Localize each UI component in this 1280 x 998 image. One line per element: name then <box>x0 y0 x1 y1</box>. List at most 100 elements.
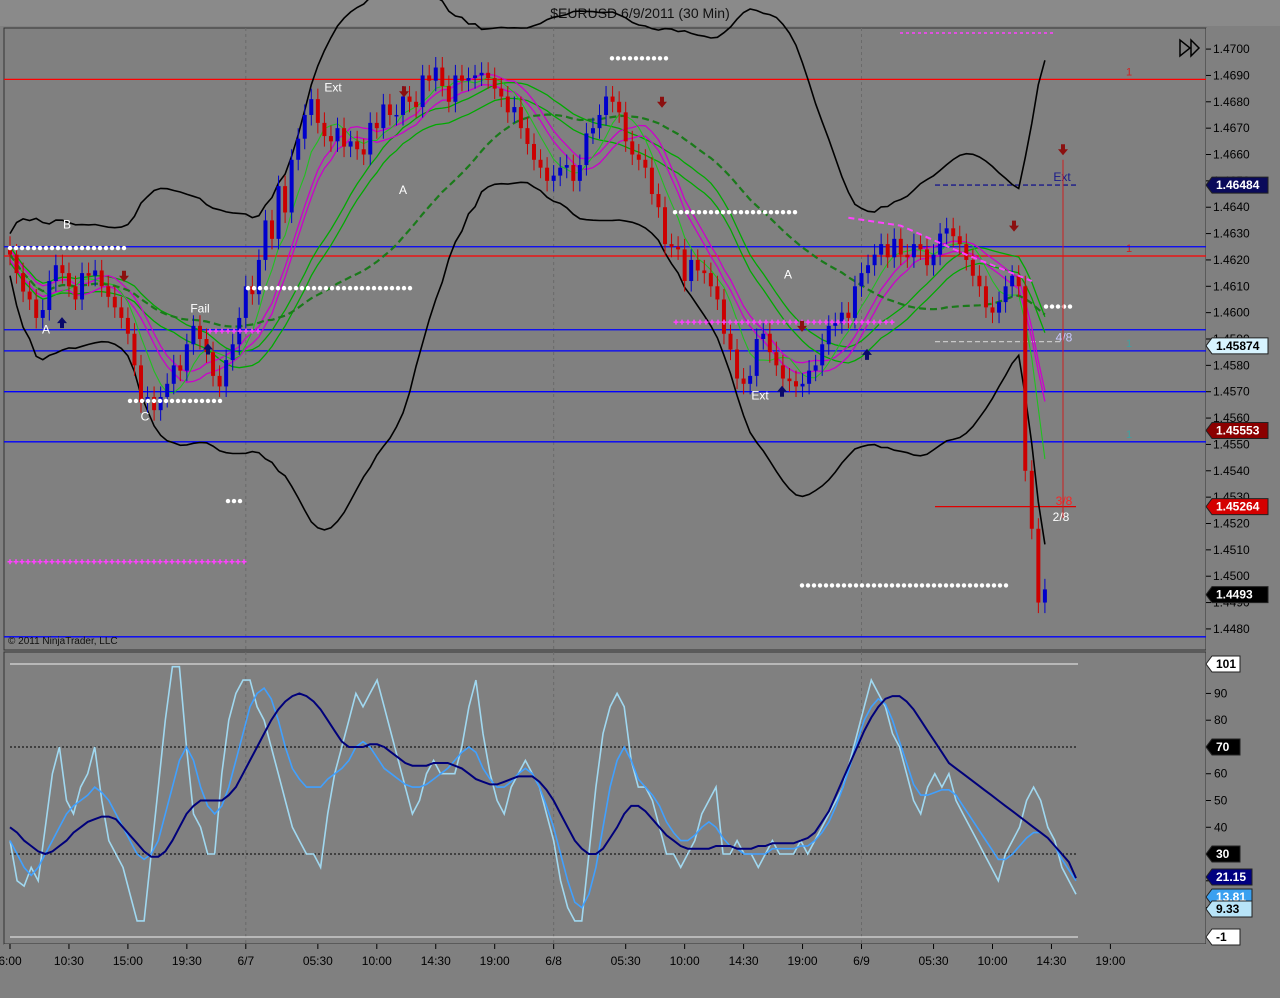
candle-body <box>93 270 98 276</box>
dot-marker <box>299 285 305 291</box>
dot-marker <box>762 210 768 215</box>
y-tick-label: 1.4610 <box>1213 279 1250 293</box>
candle-body <box>466 78 471 81</box>
dot-marker <box>97 245 103 251</box>
x-tick-label: 10:30 <box>54 954 84 968</box>
dot-marker <box>341 285 347 291</box>
y-tick-label: 1.4620 <box>1213 253 1250 267</box>
candle-body <box>617 101 622 113</box>
y-tick-label: 1.4700 <box>1213 42 1250 56</box>
candle-body <box>322 122 327 137</box>
dot-marker <box>293 285 299 291</box>
osc-y-tick-label: 90 <box>1214 686 1228 700</box>
candle-body <box>119 307 124 318</box>
dot-marker <box>371 285 377 291</box>
dot-marker <box>907 583 913 588</box>
candle-body <box>132 333 137 366</box>
candle-body <box>243 286 248 318</box>
candle-body <box>852 286 857 318</box>
dot-marker <box>627 56 633 61</box>
candle-body <box>872 254 877 266</box>
osc-y-tick-label: 80 <box>1214 713 1228 727</box>
annotation-label: A <box>399 183 407 197</box>
candle-body <box>702 270 707 274</box>
candle-body <box>60 265 65 274</box>
candle-body <box>610 96 615 102</box>
x-tick-label: 19:30 <box>172 954 202 968</box>
candle-body <box>898 238 903 255</box>
dot-marker <box>25 245 31 251</box>
annotation-label: 2/8 <box>1053 510 1070 524</box>
y-tick-label: 1.4600 <box>1213 306 1250 320</box>
candle-body <box>34 299 39 318</box>
x-tick-label: 05:30 <box>611 954 641 968</box>
candle-body <box>748 375 753 384</box>
dot-marker <box>109 245 115 251</box>
oscillator-panel <box>3 651 1207 945</box>
candle-body <box>682 249 687 282</box>
y-tick-label: 1.4630 <box>1213 227 1250 241</box>
dot-marker <box>85 245 91 251</box>
candle-body <box>577 165 582 181</box>
dot-marker <box>245 285 251 291</box>
candle-body <box>473 75 478 79</box>
candle-body <box>584 133 589 166</box>
dot-marker <box>756 210 762 215</box>
candle-body <box>761 333 766 339</box>
x-tick-label: 05:30 <box>303 954 333 968</box>
price-marker-label: 1.46484 <box>1216 178 1260 192</box>
dot-marker <box>702 210 708 215</box>
dot-marker <box>961 583 967 588</box>
candle-body <box>846 312 851 318</box>
annotation-label: A <box>42 323 50 337</box>
dot-marker <box>287 285 293 291</box>
candle-body <box>106 286 111 297</box>
candle-body <box>741 378 746 384</box>
dot-marker <box>786 210 792 215</box>
candle-body <box>564 165 569 168</box>
candle-body <box>499 88 504 97</box>
x-tick-label: 19:00 <box>480 954 510 968</box>
candle-body <box>283 186 288 213</box>
dot-marker <box>67 245 73 251</box>
dot-marker <box>37 245 43 251</box>
candle-body <box>446 85 451 102</box>
dot-marker <box>91 245 97 251</box>
candle-body <box>414 101 419 108</box>
candle-body <box>977 275 982 287</box>
candle-body <box>86 273 91 276</box>
chart-window: $EURUSD 6/9/2011 (30 Min) 1111 B A C Fail Ex… <box>0 0 1280 998</box>
candle-body <box>217 375 222 387</box>
dot-marker <box>317 285 323 291</box>
candle-body <box>80 273 85 300</box>
chart-canvas[interactable]: 1 1 1 1 B A C Fail Ext A A Ext Ext 4/8 3/8 2/8 101 90 80… <box>0 0 1280 998</box>
dot-marker <box>657 56 663 61</box>
x-tick-label: 19:00 <box>788 954 818 968</box>
candle-body <box>355 141 360 150</box>
candle-body <box>630 141 635 155</box>
level-label: 1 <box>1126 338 1132 350</box>
candle-body <box>859 273 864 287</box>
dot-marker <box>901 583 907 588</box>
annotation-label: B <box>63 217 71 231</box>
candle-body <box>125 317 130 334</box>
dot-marker <box>281 285 287 291</box>
dot-marker <box>859 583 865 588</box>
dot-marker <box>663 56 669 61</box>
candle-body <box>604 96 609 115</box>
dot-marker <box>323 285 329 291</box>
candle-body <box>27 291 32 300</box>
candle-body <box>708 273 713 287</box>
candle-body <box>944 228 949 234</box>
osc-level-label: -1 <box>1216 930 1227 944</box>
dot-marker <box>823 583 829 588</box>
x-tick-label: 14:30 <box>421 954 451 968</box>
candle-body <box>407 96 412 102</box>
dot-marker <box>678 210 684 215</box>
candle-body <box>538 159 543 168</box>
candle-body <box>66 273 71 287</box>
osc-level-label: 101 <box>1216 657 1236 671</box>
candle-body <box>302 114 307 139</box>
candle-body <box>328 136 333 142</box>
candle-body <box>997 302 1002 313</box>
